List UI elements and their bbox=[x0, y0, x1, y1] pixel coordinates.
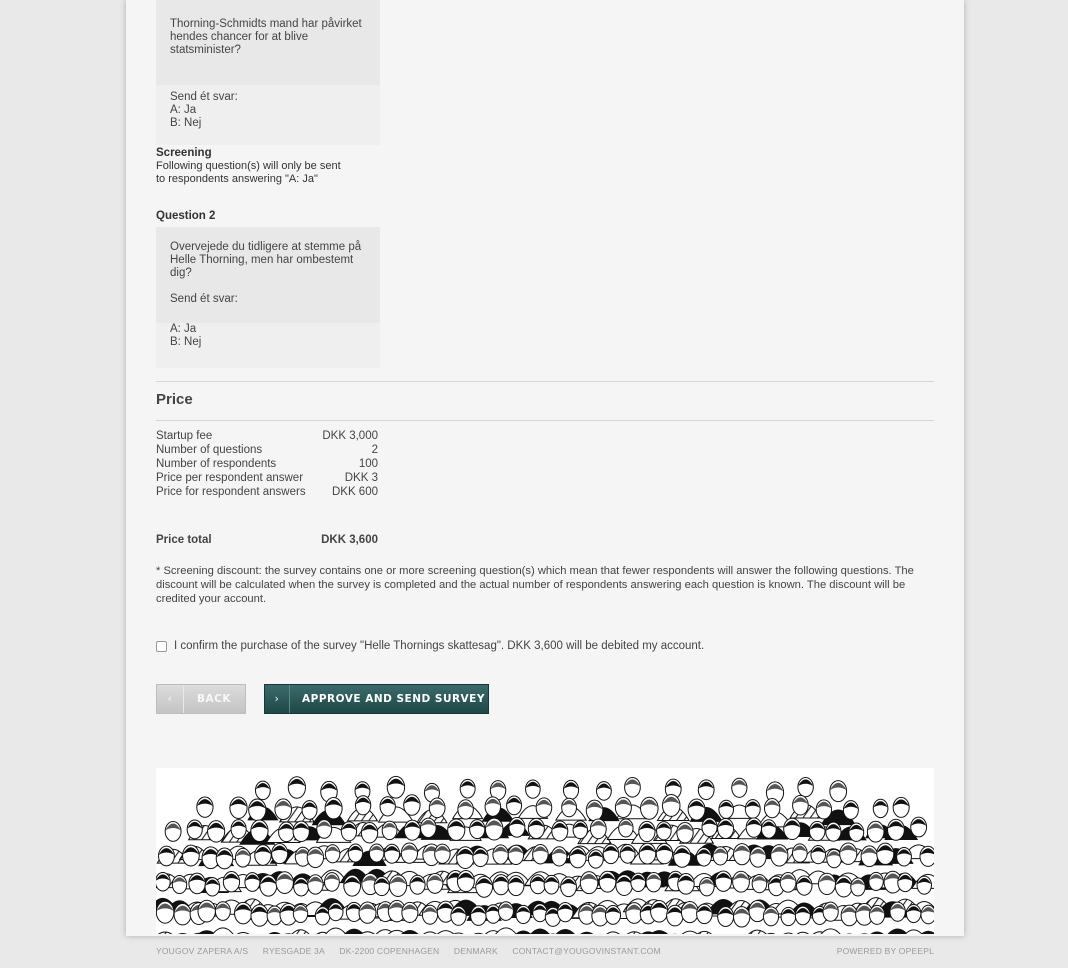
price-total-value: DKK 3,600 bbox=[321, 534, 378, 546]
price-row-value: DKK 600 bbox=[331, 486, 378, 498]
divider bbox=[156, 381, 934, 382]
price-row: Number of respondents 100 bbox=[156, 457, 378, 471]
question-1-text-line: hendes chancer for at blive bbox=[170, 31, 309, 43]
crowd-illustration bbox=[156, 768, 934, 934]
price-row: Price per respondent answer DKK 3 bbox=[156, 471, 378, 485]
footer-country: DENMARK bbox=[453, 946, 498, 956]
footer: YOUGOV ZAPERA A/S RYESGADE 3A DK-2200 CO… bbox=[156, 946, 934, 956]
price-row-label: Startup fee bbox=[156, 430, 213, 442]
divider bbox=[156, 420, 934, 421]
question-1-send-label: Send ét svar: bbox=[170, 91, 238, 103]
price-row-label: Price for respondent answers bbox=[156, 486, 306, 498]
price-row-value: 100 bbox=[358, 458, 378, 470]
screening-line: Following question(s) will only be sent bbox=[156, 160, 341, 172]
screening-title: Screening bbox=[156, 147, 212, 159]
price-table: Startup fee DKK 3,000 Number of question… bbox=[156, 429, 378, 499]
price-row-label: Number of respondents bbox=[156, 458, 277, 470]
price-row-value: DKK 3 bbox=[344, 472, 378, 484]
screening-line: to respondents answering "A: Ja" bbox=[156, 173, 318, 185]
price-row-value: DKK 3,000 bbox=[322, 430, 378, 442]
question-1-text-line: Thorning-Schmidts mand har påvirket bbox=[170, 18, 362, 30]
price-row-label: Price per respondent answer bbox=[156, 472, 304, 484]
crowd-drawing bbox=[156, 775, 934, 934]
chevron-left-icon: ‹ bbox=[157, 685, 184, 713]
question-1-text-line: statsminister? bbox=[170, 44, 241, 56]
confirm-purchase[interactable]: I confirm the purchase of the survey "He… bbox=[156, 639, 704, 653]
crowd-person-body bbox=[580, 931, 594, 934]
footer-street: RYESGADE 3A bbox=[262, 946, 325, 956]
screening-discount-note: * Screening discount: the survey contain… bbox=[156, 565, 914, 605]
price-title: Price bbox=[156, 391, 193, 408]
question-2-text-line: Overvejede du tidligere at stemme på bbox=[170, 241, 362, 253]
chevron-right-icon: › bbox=[265, 685, 290, 713]
price-total-label: Price total bbox=[156, 534, 212, 546]
footer-company: YOUGOV ZAPERA A/S bbox=[156, 946, 249, 956]
confirm-checkbox[interactable] bbox=[156, 640, 167, 652]
question-2-text-line: dig? bbox=[170, 267, 192, 279]
crowd-person-body bbox=[158, 931, 173, 934]
question-2-send-label: Send ét svar: bbox=[170, 293, 238, 305]
price-row: Price for respondent answers DKK 600 bbox=[156, 485, 378, 499]
question-1-option: B: Nej bbox=[170, 117, 202, 129]
question-2-option: A: Ja bbox=[170, 323, 197, 335]
back-button-label: BACK bbox=[197, 693, 231, 705]
price-row-value: 2 bbox=[371, 444, 378, 456]
price-row: Startup fee DKK 3,000 bbox=[156, 429, 378, 443]
confirm-label: I confirm the purchase of the survey "He… bbox=[174, 640, 705, 652]
question-2-text-line: Helle Thorning, men har ombestemt bbox=[170, 254, 354, 266]
back-button[interactable]: ‹ BACK bbox=[156, 684, 246, 714]
question-1-box: Thorning-Schmidts mand har påvirket hend… bbox=[156, 0, 380, 145]
footer-email-link[interactable]: CONTACT@YOUGOVINSTANT.COM bbox=[512, 946, 660, 956]
footer-city: DK-2200 COPENHAGEN bbox=[339, 946, 440, 956]
price-row-label: Number of questions bbox=[156, 444, 263, 456]
question-2-box: Overvejede du tidligere at stemme på Hel… bbox=[156, 227, 380, 368]
price-row: Number of questions 2 bbox=[156, 443, 378, 457]
crowd-person-body bbox=[606, 931, 620, 934]
question-2-option: B: Nej bbox=[170, 336, 202, 348]
question-2-label: Question 2 bbox=[156, 210, 216, 222]
approve-and-send-button[interactable]: › APPROVE AND SEND SURVEY bbox=[264, 684, 489, 714]
approve-button-label: APPROVE AND SEND SURVEY bbox=[302, 693, 485, 705]
screening-note: Screening Following question(s) will onl… bbox=[156, 147, 416, 186]
footer-powered-by[interactable]: POWERED BY OPEEPL bbox=[837, 946, 934, 956]
price-total-row: Price total DKK 3,600 bbox=[156, 533, 378, 547]
crowd-person-body bbox=[555, 928, 575, 934]
question-1-option: A: Ja bbox=[170, 104, 197, 116]
